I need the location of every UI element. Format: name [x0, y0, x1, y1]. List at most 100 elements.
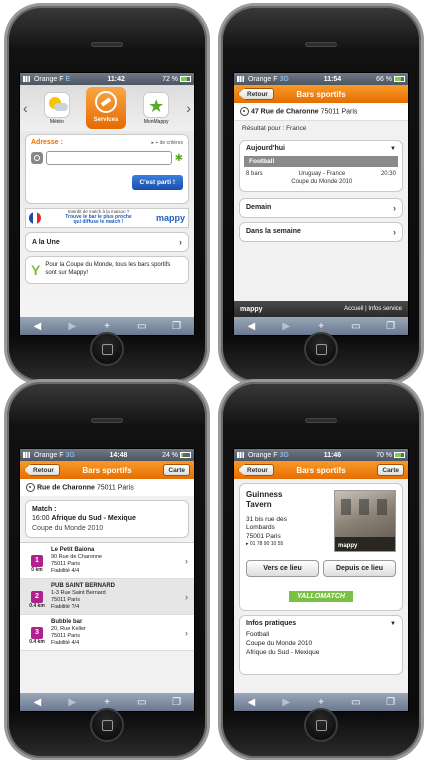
- list-item[interactable]: 2 0.4 km PUB SAINT BERNARD 1-3 Rue Saint B…: [20, 579, 194, 616]
- location-target-icon: [240, 107, 249, 116]
- tabs-icon[interactable]: ❐: [167, 697, 187, 708]
- network: E: [65, 75, 71, 83]
- bar-count: 8 bars: [246, 171, 263, 177]
- list-item[interactable]: 10 km Le Petit Baiona 90 Rue de Charonne 7…: [20, 543, 194, 580]
- bar-city: 75011 Paris: [51, 633, 80, 640]
- bar-name: Le Petit Baiona: [51, 546, 95, 553]
- go-button[interactable]: C'est parti !: [131, 175, 183, 190]
- match-label: Match :: [32, 506, 57, 513]
- favorite-star-icon[interactable]: ✱: [175, 153, 183, 164]
- chevron-right-icon: ›: [179, 237, 182, 247]
- phone-number: 01 78 90 10 55: [249, 541, 284, 548]
- match-item[interactable]: 8 bars Uruguay - France Coupe du Monde 20…: [240, 167, 402, 191]
- menu-services-label: Services: [93, 117, 119, 123]
- menu-monmappy-label: MonMappy: [143, 118, 169, 125]
- footer-links[interactable]: Accueil | Infos service: [344, 306, 402, 312]
- today-card: Aujourd'hui ▼ Football 8 bars Uruguay - F…: [239, 140, 403, 192]
- add-icon[interactable]: +: [311, 697, 331, 708]
- forward-icon[interactable]: ▶: [276, 697, 296, 708]
- bar-address-line-2: Lombards: [246, 524, 275, 532]
- menu-services[interactable]: Services: [85, 87, 126, 129]
- forward-icon[interactable]: ▶: [62, 697, 82, 708]
- add-icon[interactable]: +: [97, 321, 117, 332]
- address-label: Adresse :: [31, 139, 63, 146]
- bar-address: 90 Rue de Charonne: [51, 554, 103, 561]
- home-button[interactable]: [304, 332, 338, 366]
- menu-monmappy[interactable]: ★ MonMappy: [139, 91, 173, 125]
- bar-reliability: Fiabilité 4/4: [51, 640, 80, 646]
- carrier: Orange F: [247, 451, 278, 459]
- forward-icon[interactable]: ▶: [276, 321, 296, 332]
- screen-bar-list: Orange F 3G 14:48 24 % Retour Bars sport…: [19, 448, 195, 712]
- address: Rue de Charonne: [36, 484, 95, 492]
- status-bar: Orange F 3G 11:54 66 %: [234, 73, 408, 85]
- screen-home: Orange F E 11:42 72 % ‹ Météo Services ★…: [19, 72, 195, 336]
- match-time: 16:00: [32, 515, 50, 523]
- world-cup-promo[interactable]: Y Pour la Coupe du Monde, tous les bars …: [25, 256, 189, 284]
- screen-results: Orange F 3G 11:54 66 % Retour Bars sport…: [233, 72, 409, 336]
- address-form: Adresse : ▸ + de critères ✱ C'est parti …: [25, 134, 189, 204]
- add-icon[interactable]: +: [311, 321, 331, 332]
- promo-banner[interactable]: Interdit de match à la maison ? Trouve l…: [25, 208, 189, 228]
- nav-bar: Retour Bars sportifs Carte: [234, 461, 408, 479]
- bookmarks-icon[interactable]: ▭: [346, 321, 366, 332]
- bar-list: 10 km Le Petit Baiona 90 Rue de Charonne 7…: [20, 542, 194, 652]
- network: 3G: [279, 451, 289, 459]
- list-item[interactable]: 3 0.4 km Bubble bar 20, Rue Keller 75011 Pa…: [20, 615, 194, 652]
- semaine-label: Dans la semaine: [246, 228, 301, 236]
- tabs-icon[interactable]: ❐: [167, 321, 187, 332]
- bar-address: 20, Rue Keller: [51, 626, 86, 633]
- map-button[interactable]: Carte: [163, 464, 190, 476]
- tabs-icon[interactable]: ❐: [381, 321, 401, 332]
- phone-number-link[interactable]: ▸ 01 78 90 10 55: [246, 541, 330, 548]
- phone-2: Orange F 3G 11:54 66 % Retour Bars sport…: [221, 6, 421, 382]
- address-input[interactable]: [46, 151, 172, 165]
- location-row: 47 Rue de Charonne 75011 Paris: [234, 103, 408, 121]
- back-button[interactable]: Retour: [24, 464, 60, 476]
- carrier: Orange F: [247, 75, 278, 83]
- back-icon[interactable]: ◀: [27, 697, 47, 708]
- page-title: Bars sportifs: [82, 465, 132, 475]
- home-button[interactable]: [90, 332, 124, 366]
- semaine-row[interactable]: Dans la semaine ›: [239, 221, 403, 242]
- speaker: [305, 42, 337, 47]
- add-icon[interactable]: +: [97, 697, 117, 708]
- bookmarks-icon[interactable]: ▭: [132, 321, 152, 332]
- chevron-right-icon[interactable]: ›: [186, 100, 191, 116]
- network: 3G: [279, 75, 289, 83]
- mappy-logo: mappy: [155, 213, 185, 223]
- bookmarks-icon[interactable]: ▭: [346, 697, 366, 708]
- tabs-icon[interactable]: ❐: [381, 697, 401, 708]
- back-icon[interactable]: ◀: [241, 321, 261, 332]
- back-button[interactable]: Retour: [238, 464, 274, 476]
- speaker: [305, 418, 337, 423]
- home-button[interactable]: [304, 708, 338, 742]
- menu-meteo[interactable]: Météo: [41, 91, 73, 125]
- sport: Football: [246, 631, 270, 638]
- screen-bar-detail: Orange F 3G 11:46 70 % Retour Bars sport…: [233, 448, 409, 712]
- directions-from-button[interactable]: Depuis ce lieu: [323, 560, 396, 577]
- map-button[interactable]: Carte: [377, 464, 404, 476]
- signal-icon: [23, 451, 32, 458]
- back-icon[interactable]: ◀: [241, 697, 261, 708]
- allomatch-logo: YALLOMATCH: [289, 591, 353, 602]
- forward-icon[interactable]: ▶: [62, 321, 82, 332]
- bar-reliability: Fiabilité ?/4: [51, 604, 80, 610]
- locate-icon[interactable]: [31, 152, 43, 164]
- today-row[interactable]: Aujourd'hui ▼: [240, 141, 402, 156]
- back-button[interactable]: Retour: [238, 88, 274, 100]
- chevron-left-icon[interactable]: ‹: [23, 100, 28, 116]
- home-button[interactable]: [90, 708, 124, 742]
- directions-to-button[interactable]: Vers ce lieu: [246, 560, 319, 577]
- bookmarks-icon[interactable]: ▭: [132, 697, 152, 708]
- une-row[interactable]: A la Une ›: [25, 232, 189, 252]
- back-icon[interactable]: ◀: [27, 321, 47, 332]
- speaker: [91, 42, 123, 47]
- clock: 11:46: [323, 451, 342, 459]
- services-icon: [94, 91, 117, 113]
- infos-row[interactable]: Infos pratiques ▼: [240, 616, 402, 631]
- demain-label: Demain: [246, 204, 272, 212]
- battery-level: 72 %: [162, 75, 179, 83]
- demain-row[interactable]: Demain ›: [239, 197, 403, 218]
- more-criteria-link[interactable]: ▸ + de critères: [151, 140, 183, 146]
